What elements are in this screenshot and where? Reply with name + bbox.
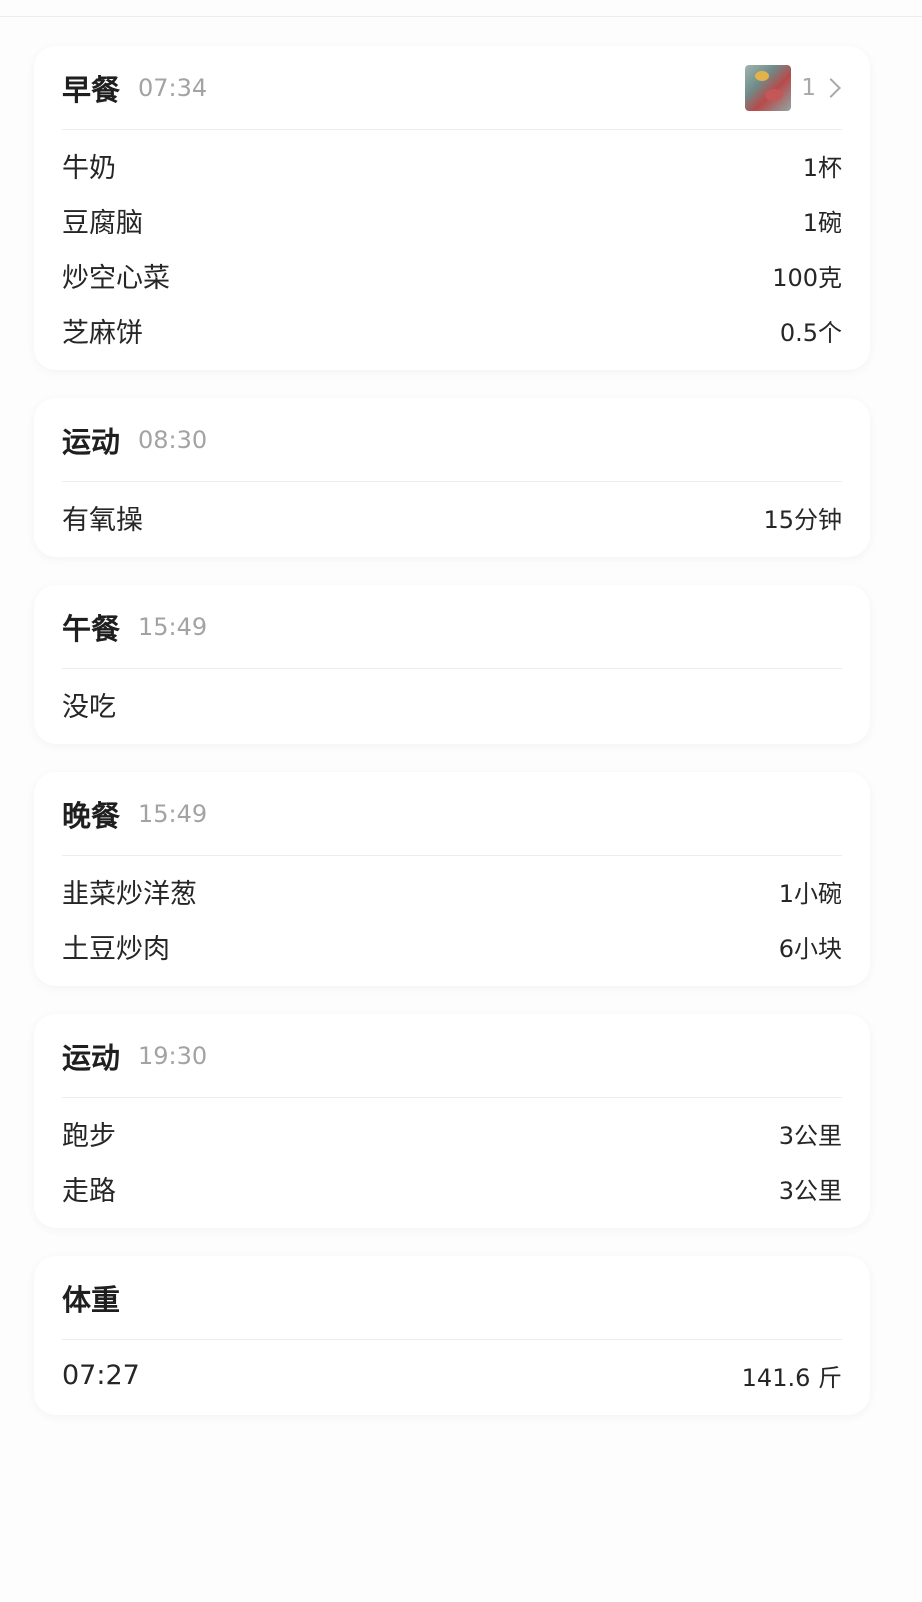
card-exercise-morning[interactable]: 运动 08:30 有氧操 15分钟 bbox=[34, 398, 870, 557]
item-quantity: 3公里 bbox=[778, 1122, 842, 1150]
card-time: 15:49 bbox=[138, 799, 208, 828]
weight-value: 141.6 斤 bbox=[741, 1364, 842, 1392]
item-quantity: 6小块 bbox=[778, 935, 842, 963]
item-quantity: 1杯 bbox=[802, 154, 842, 182]
item-name: 没吃 bbox=[62, 692, 116, 723]
card-title: 体重 bbox=[62, 1282, 121, 1317]
log-page: 早餐 07:34 1 牛奶 1杯 豆腐脑 1碗 炒空心菜 100克 芝麻饼 0.… bbox=[0, 0, 922, 1602]
card-title: 运动 bbox=[62, 424, 121, 459]
item-quantity: 15分钟 bbox=[763, 506, 842, 534]
list-item: 豆腐脑 1碗 bbox=[62, 193, 842, 248]
card-title: 运动 bbox=[62, 1040, 121, 1075]
item-name: 牛奶 bbox=[62, 153, 116, 184]
list-item: 有氧操 15分钟 bbox=[62, 490, 842, 545]
item-name: 韭菜炒洋葱 bbox=[62, 879, 197, 910]
chevron-right-icon bbox=[821, 77, 841, 98]
card-title: 晚餐 bbox=[62, 798, 121, 833]
card-header: 体重 bbox=[62, 1256, 842, 1340]
list-item: 跑步 3公里 bbox=[62, 1106, 842, 1161]
card-time: 08:30 bbox=[138, 425, 208, 454]
card-header: 午餐 15:49 bbox=[62, 585, 842, 669]
top-divider bbox=[0, 16, 922, 17]
card-header: 运动 19:30 bbox=[62, 1014, 842, 1098]
item-name: 有氧操 bbox=[62, 505, 143, 536]
list-item: 韭菜炒洋葱 1小碗 bbox=[62, 864, 842, 919]
card-time: 07:34 bbox=[138, 73, 208, 102]
item-quantity: 0.5个 bbox=[779, 319, 842, 347]
item-quantity: 1碗 bbox=[802, 209, 842, 237]
card-breakfast[interactable]: 早餐 07:34 1 牛奶 1杯 豆腐脑 1碗 炒空心菜 100克 芝麻饼 0.… bbox=[34, 46, 870, 370]
meal-photo-thumbnail[interactable] bbox=[745, 64, 792, 111]
list-item: 走路 3公里 bbox=[62, 1161, 842, 1216]
log-card-list: 早餐 07:34 1 牛奶 1杯 豆腐脑 1碗 炒空心菜 100克 芝麻饼 0.… bbox=[34, 46, 870, 1443]
item-name: 芝麻饼 bbox=[62, 318, 143, 349]
list-item: 牛奶 1杯 bbox=[62, 138, 842, 193]
item-quantity: 100克 bbox=[772, 264, 842, 292]
card-dinner[interactable]: 晚餐 15:49 韭菜炒洋葱 1小碗 土豆炒肉 6小块 bbox=[34, 772, 870, 986]
card-exercise-evening[interactable]: 运动 19:30 跑步 3公里 走路 3公里 bbox=[34, 1014, 870, 1228]
card-title: 午餐 bbox=[62, 611, 121, 646]
item-quantity: 1小碗 bbox=[778, 880, 842, 908]
list-item: 炒空心菜 100克 bbox=[62, 248, 842, 303]
card-weight[interactable]: 体重 07:27 141.6 斤 bbox=[34, 1256, 870, 1415]
photo-link[interactable]: 1 bbox=[745, 64, 842, 111]
card-header: 早餐 07:34 1 bbox=[62, 46, 842, 130]
card-time: 15:49 bbox=[138, 612, 208, 641]
item-name: 豆腐脑 bbox=[62, 208, 143, 239]
list-item: 土豆炒肉 6小块 bbox=[62, 919, 842, 974]
weight-time: 07:27 bbox=[62, 1360, 140, 1391]
list-item: 07:27 141.6 斤 bbox=[62, 1348, 842, 1403]
item-name: 跑步 bbox=[62, 1121, 116, 1152]
item-quantity: 3公里 bbox=[778, 1177, 842, 1205]
card-header: 运动 08:30 bbox=[62, 398, 842, 482]
card-lunch[interactable]: 午餐 15:49 没吃 bbox=[34, 585, 870, 744]
item-name: 走路 bbox=[62, 1176, 116, 1207]
list-item: 芝麻饼 0.5个 bbox=[62, 303, 842, 358]
item-name: 土豆炒肉 bbox=[62, 934, 170, 965]
card-header: 晚餐 15:49 bbox=[62, 772, 842, 856]
card-title: 早餐 bbox=[62, 72, 121, 107]
item-name: 炒空心菜 bbox=[62, 263, 170, 294]
list-item: 没吃 bbox=[62, 677, 842, 732]
card-time: 19:30 bbox=[138, 1041, 208, 1070]
photo-count: 1 bbox=[801, 74, 816, 101]
